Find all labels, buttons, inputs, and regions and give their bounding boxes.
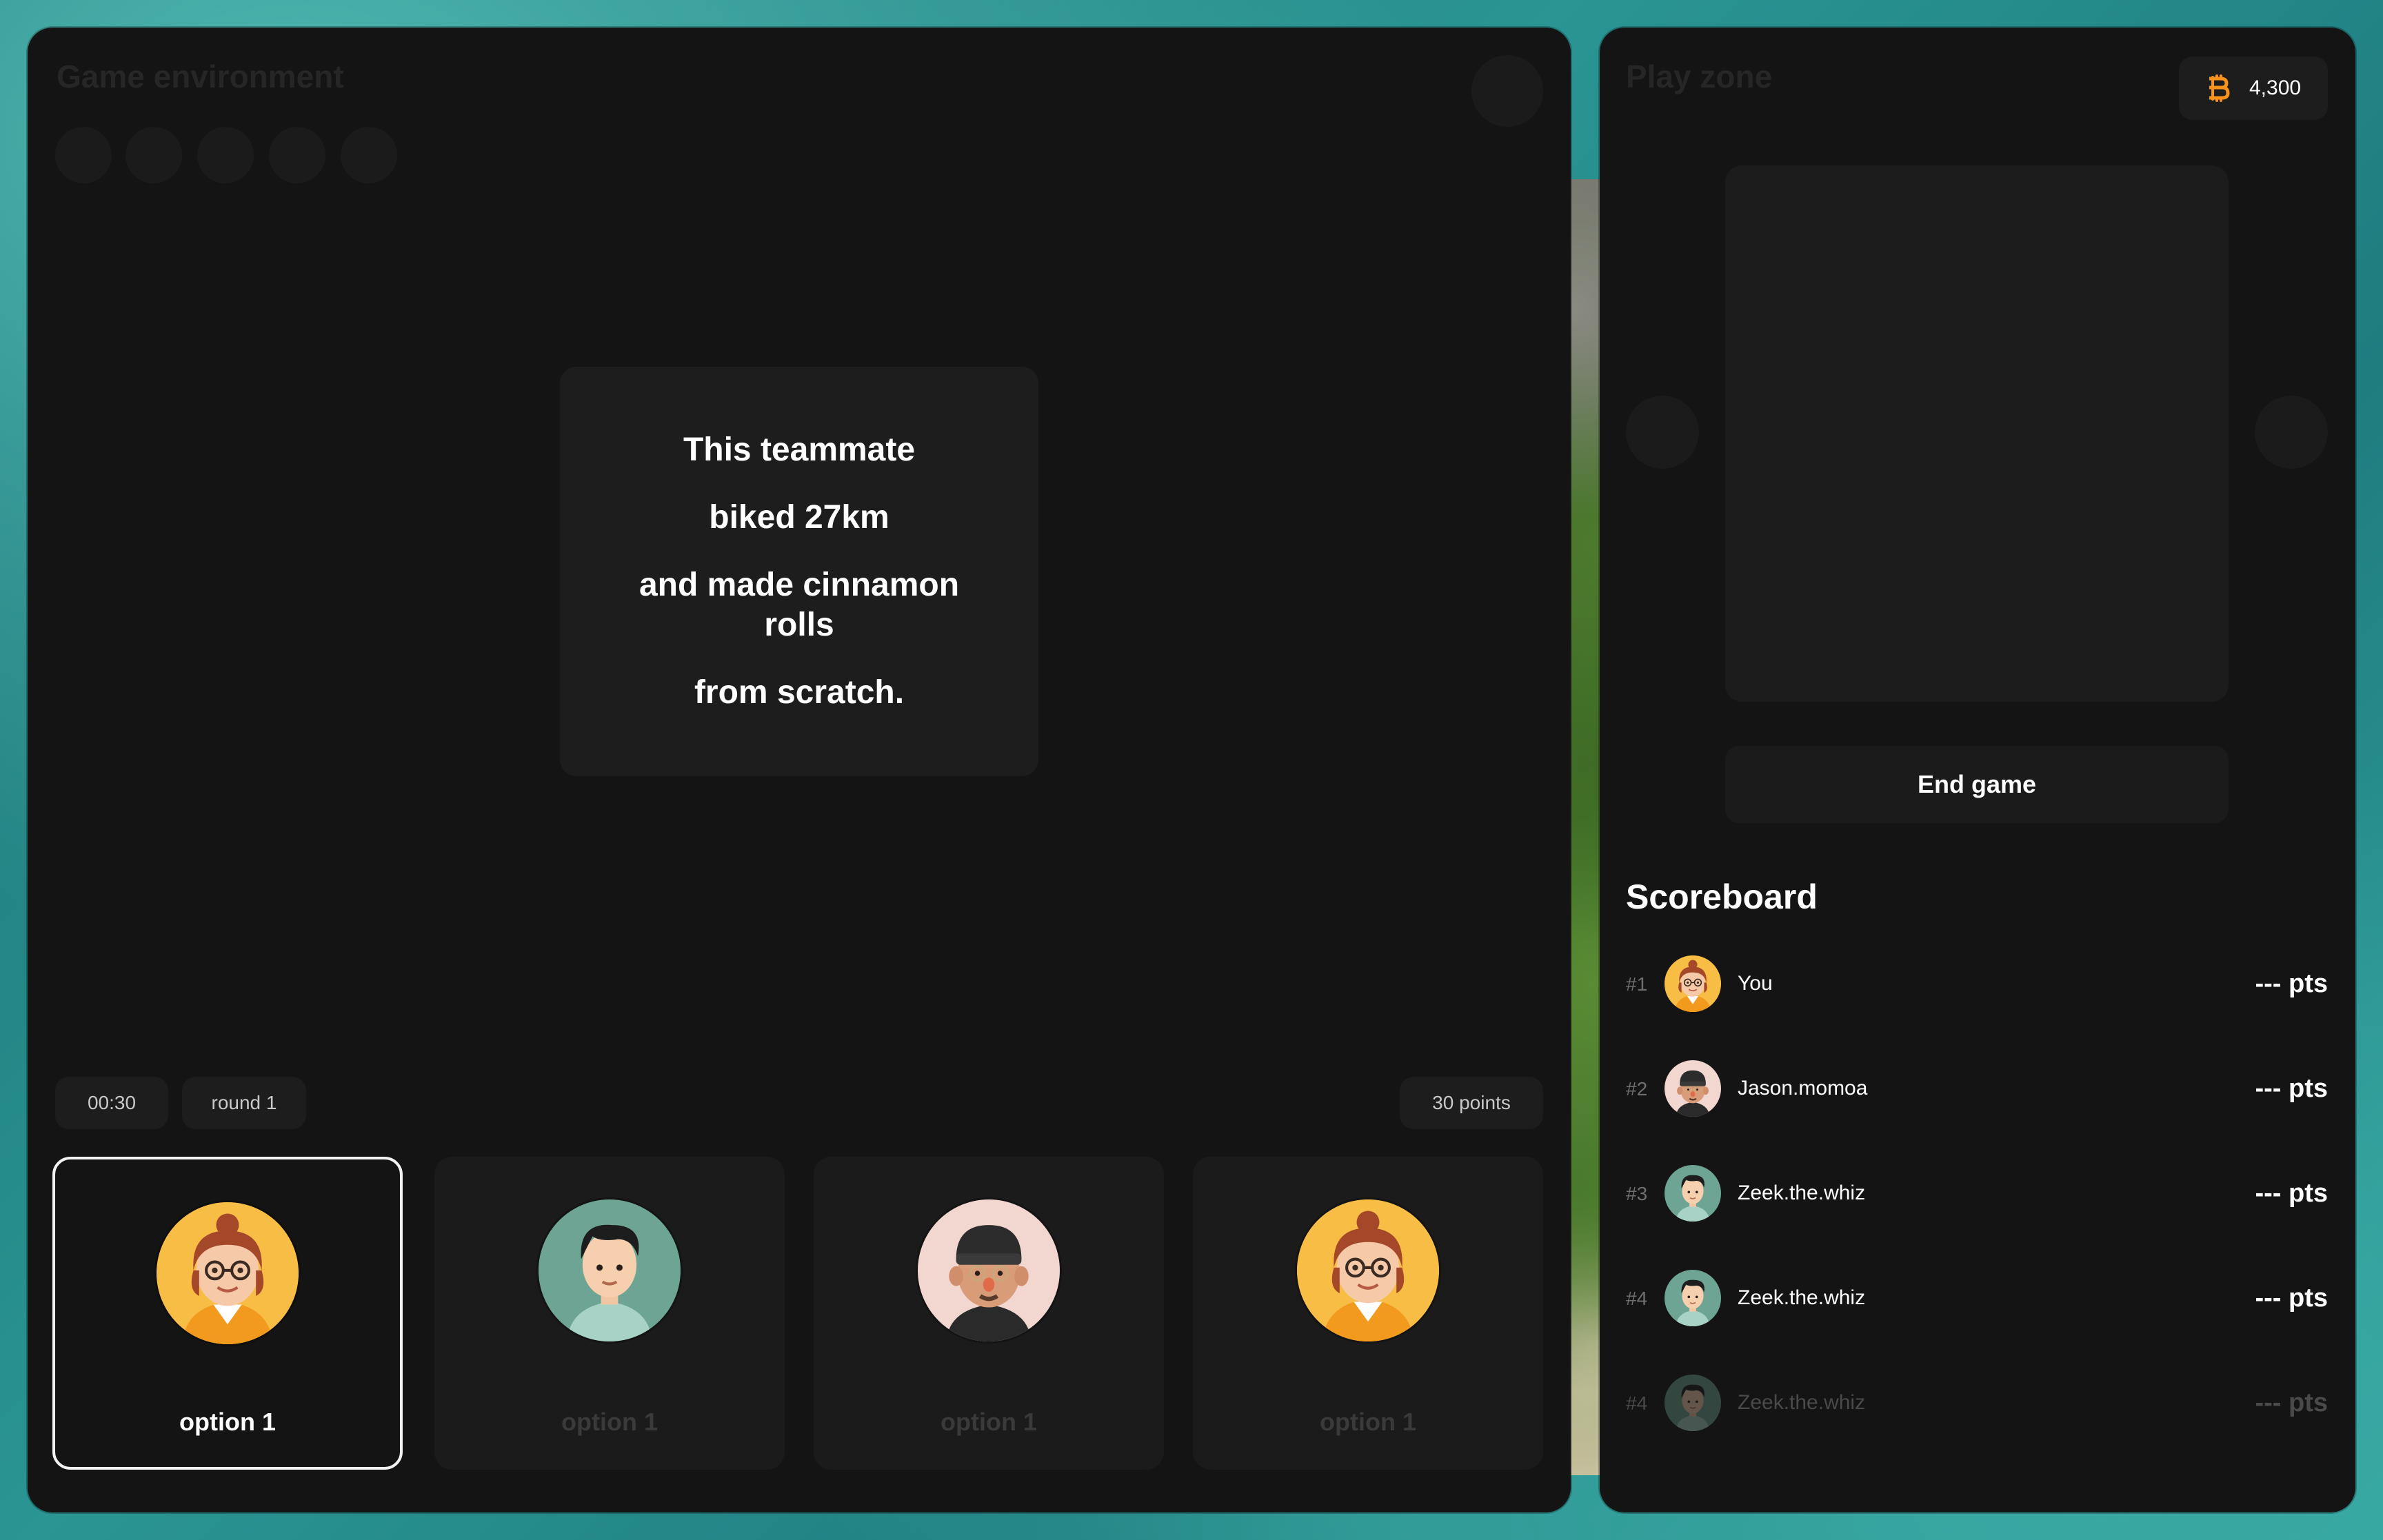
end-game-button[interactable]: End game <box>1725 746 2229 823</box>
player-points: --- pts <box>2255 1284 2328 1313</box>
man-teal-avatar <box>1665 1375 1721 1431</box>
bitcoin-icon <box>2209 74 2230 102</box>
game-environment-panel: Game environment This teammate biked 27k… <box>28 28 1571 1512</box>
scoreboard-row: #1 You --- pts <box>1600 953 2355 1015</box>
prompt-line: from scratch. <box>694 674 905 711</box>
scoreboard-row: #2 Jason.momoa --- pts <box>1600 1057 2355 1119</box>
coin-balance: 4,300 <box>2179 57 2328 120</box>
play-area[interactable] <box>1725 165 2229 702</box>
player-name: Zeek.the.whiz <box>1738 1391 1866 1414</box>
round-chip: round 1 <box>182 1077 306 1129</box>
play-zone-panel: Play zone 4,300 End game Scoreboard #1 Y… <box>1600 28 2355 1512</box>
option-label: option 1 <box>1320 1408 1416 1436</box>
option-card-2[interactable]: option 1 <box>434 1157 785 1470</box>
prompt-card: This teammate biked 27km and made cinnam… <box>560 367 1038 776</box>
man-teal-avatar <box>1665 1165 1721 1222</box>
rank-label: #4 <box>1626 1288 1648 1309</box>
rank-label: #3 <box>1626 1183 1648 1204</box>
player-placeholder-icon <box>125 127 182 183</box>
play-zone-title: Play zone <box>1626 59 1773 94</box>
game-environment-title: Game environment <box>57 59 344 94</box>
scoreboard-row: #3 Zeek.the.whiz --- pts <box>1600 1162 2355 1224</box>
coin-amount: 4,300 <box>2249 77 2302 99</box>
prompt-line: and made cinnamon rolls <box>639 567 960 643</box>
option-label: option 1 <box>561 1408 658 1436</box>
man-beanie-avatar <box>1665 1060 1721 1117</box>
player-points: --- pts <box>2255 969 2328 998</box>
scoreboard-title: Scoreboard <box>1626 878 1818 916</box>
player-points: --- pts <box>2255 1074 2328 1103</box>
next-arrow-placeholder-icon[interactable] <box>2255 396 2328 469</box>
option-card-3[interactable]: option 1 <box>814 1157 1164 1470</box>
points-chip: 30 points <box>1400 1077 1543 1129</box>
player-name: Zeek.the.whiz <box>1738 1182 1866 1204</box>
option-label: option 1 <box>941 1408 1037 1436</box>
player-points: --- pts <box>2255 1179 2328 1208</box>
man-teal-avatar <box>539 1199 681 1341</box>
settings-placeholder-icon[interactable] <box>1471 55 1543 127</box>
rank-label: #4 <box>1626 1392 1648 1414</box>
prompt-line: This teammate <box>683 432 916 468</box>
player-placeholder-icon <box>341 127 397 183</box>
rank-label: #2 <box>1626 1078 1648 1100</box>
player-points: --- pts <box>2255 1388 2328 1417</box>
man-teal-avatar <box>1665 1270 1721 1326</box>
option-label: option 1 <box>179 1408 276 1436</box>
player-name: Zeek.the.whiz <box>1738 1286 1866 1309</box>
rank-label: #1 <box>1626 973 1648 995</box>
scoreboard-row: #4 Zeek.the.whiz --- pts <box>1600 1267 2355 1329</box>
player-name: You <box>1738 972 1773 995</box>
woman-glasses-avatar <box>157 1202 299 1344</box>
woman-glasses-avatar <box>1665 955 1721 1012</box>
scoreboard-row: #4 Zeek.the.whiz --- pts <box>1600 1372 2355 1434</box>
timer-chip: 00:30 <box>55 1077 168 1129</box>
prompt-line: biked 27km <box>709 499 889 536</box>
player-placeholder-icon <box>269 127 325 183</box>
player-placeholder-icon <box>197 127 254 183</box>
player-name: Jason.momoa <box>1738 1077 1868 1100</box>
option-card-1[interactable]: option 1 <box>52 1157 403 1470</box>
option-card-4[interactable]: option 1 <box>1193 1157 1543 1470</box>
prev-arrow-placeholder-icon[interactable] <box>1626 396 1699 469</box>
player-placeholder-icon <box>55 127 112 183</box>
man-beanie-avatar <box>918 1199 1060 1341</box>
woman-glasses-avatar <box>1297 1199 1439 1341</box>
